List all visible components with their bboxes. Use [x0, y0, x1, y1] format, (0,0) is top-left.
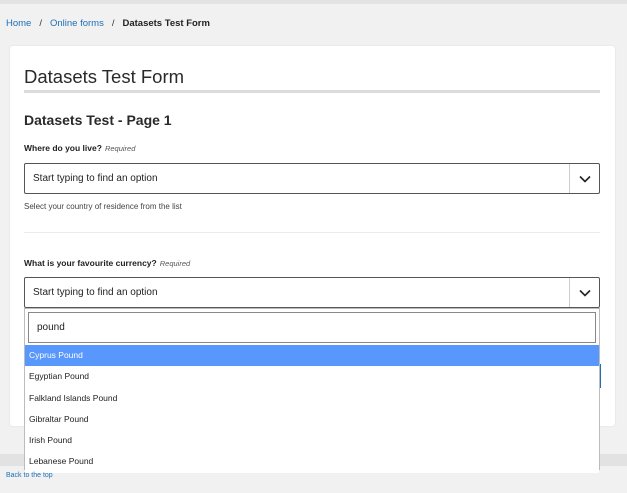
dropdown-options-list: Cyprus Pound Egyptian Pound Falkland Isl… [25, 345, 599, 473]
dropdown-option[interactable]: Lebanese Pound [25, 451, 599, 473]
page-title: Datasets Test - Page 1 [24, 112, 172, 128]
country-select-placeholder: Start typing to find an option [33, 173, 158, 184]
required-marker: Required [104, 144, 136, 153]
dropdown-option[interactable]: Falkland Islands Pound [25, 387, 599, 409]
title-divider [24, 90, 600, 93]
breadcrumb-online-forms-link[interactable]: Online forms [50, 18, 104, 29]
dropdown-option[interactable]: Irish Pound [25, 430, 599, 452]
breadcrumb-home-link[interactable]: Home [6, 18, 31, 29]
dropdown-option[interactable]: Egyptian Pound [25, 366, 599, 388]
top-bar [0, 0, 627, 4]
required-marker: Required [159, 259, 191, 268]
dropdown-option[interactable]: Gibraltar Pound [25, 408, 599, 431]
breadcrumb-current: Datasets Test Form [122, 18, 210, 29]
currency-dropdown: pound Cyprus Pound Egyptian Pound Falkla… [24, 308, 600, 473]
dropdown-search-input[interactable]: pound [28, 312, 596, 343]
currency-select-placeholder: Start typing to find an option [33, 287, 158, 298]
breadcrumb-separator: / [39, 18, 42, 29]
breadcrumb: Home / Online forms / Datasets Test Form [6, 18, 210, 29]
back-to-top-link[interactable]: Back to the top [6, 472, 53, 479]
question-divider [24, 232, 600, 233]
question-label-country: Where do you live? Required [24, 143, 135, 153]
question-label-currency: What is your favourite currency? Required [24, 258, 190, 268]
question-text: Where do you live? [24, 143, 102, 153]
country-hint: Select your country of residence from th… [24, 202, 182, 211]
chevron-down-icon[interactable] [569, 164, 599, 193]
country-select[interactable]: Start typing to find an option [24, 163, 600, 194]
breadcrumb-separator: / [111, 18, 115, 29]
currency-select[interactable]: Start typing to find an option [24, 277, 600, 308]
form-title: Datasets Test Form [24, 66, 185, 87]
dropdown-option[interactable]: Cyprus Pound [25, 345, 599, 367]
question-text: What is your favourite currency? [24, 258, 157, 268]
chevron-down-icon[interactable] [569, 278, 599, 307]
